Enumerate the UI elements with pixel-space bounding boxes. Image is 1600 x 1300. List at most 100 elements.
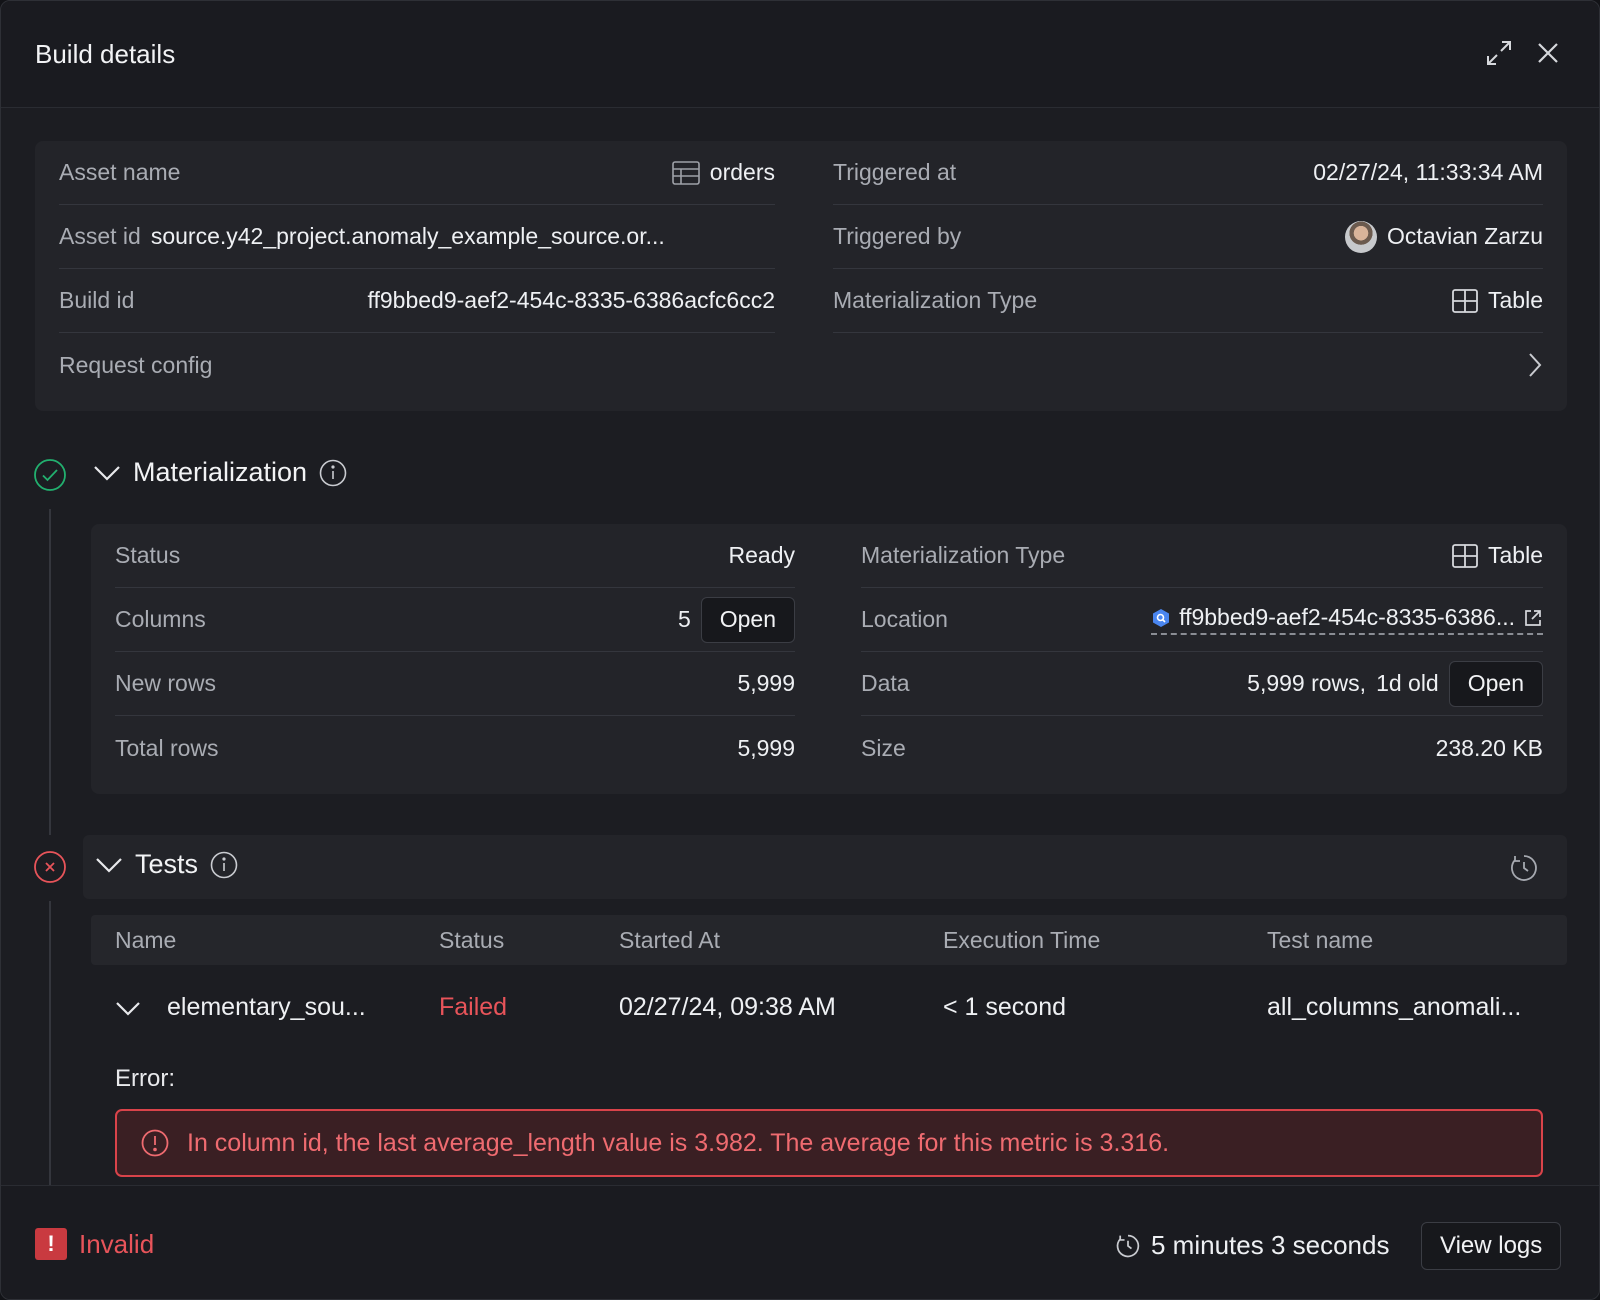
build-details-panel: Build details Asset name orders Asset id bbox=[0, 0, 1600, 1300]
data-open-button[interactable]: Open bbox=[1448, 660, 1543, 707]
location-value: ff9bbed9-aef2-454c-8335-6386... bbox=[1179, 604, 1515, 630]
test-row-started-at: 02/27/24, 09:38 AM bbox=[619, 993, 836, 1021]
timeline-line bbox=[49, 901, 51, 1185]
location-link[interactable]: ff9bbed9-aef2-454c-8335-6386... bbox=[1151, 604, 1543, 635]
size-label: Size bbox=[861, 734, 906, 761]
col-status: Status bbox=[439, 927, 505, 953]
test-row-status: Failed bbox=[439, 993, 508, 1021]
history-icon[interactable] bbox=[1509, 853, 1539, 883]
info-mat-type-label: Materialization Type bbox=[833, 287, 1038, 313]
chevron-down-icon bbox=[94, 465, 120, 481]
build-duration: 5 minutes 3 seconds bbox=[1115, 1230, 1389, 1261]
columns-count: 5 bbox=[677, 606, 691, 632]
status-value: Ready bbox=[728, 542, 795, 568]
asset-name-row: Asset name orders bbox=[59, 141, 775, 205]
total-rows-row: Total rows 5,999 bbox=[115, 716, 795, 780]
size-value: 238.20 KB bbox=[1435, 734, 1543, 761]
error-label: Error: bbox=[115, 1065, 175, 1092]
test-row-execution-time: < 1 second bbox=[943, 993, 1067, 1021]
timeline-line bbox=[49, 509, 51, 835]
materialization-card: Status Ready Columns 5 Open New rows 5,9… bbox=[91, 524, 1567, 794]
data-row: Data 5,999 rows, 1d old Open bbox=[861, 652, 1543, 716]
new-rows-row: New rows 5,999 bbox=[115, 652, 795, 716]
data-value-group: 5,999 rows, 1d old Open bbox=[1247, 660, 1543, 707]
asset-name-label: Asset name bbox=[59, 159, 181, 185]
triggered-by-value: Octavian Zarzu bbox=[1387, 223, 1543, 249]
col-execution-time: Execution Time bbox=[943, 927, 1101, 953]
table-icon bbox=[1452, 543, 1478, 568]
error-message-box: In column id, the last average_length va… bbox=[115, 1109, 1543, 1177]
table-icon bbox=[1452, 288, 1478, 313]
alert-circle-icon bbox=[141, 1129, 169, 1157]
test-row-name: elementary_sou... bbox=[167, 993, 366, 1021]
status-row: Status Ready bbox=[115, 524, 795, 588]
new-rows-label: New rows bbox=[115, 670, 216, 696]
materialization-section-toggle[interactable]: Materialization bbox=[93, 457, 347, 488]
info-icon[interactable] bbox=[210, 851, 238, 879]
build-duration-value: 5 minutes 3 seconds bbox=[1151, 1230, 1390, 1260]
triggered-at-label: Triggered at bbox=[833, 159, 957, 185]
location-label: Location bbox=[861, 606, 948, 632]
info-mat-type-value: Table bbox=[1488, 287, 1543, 313]
error-message: In column id, the last average_length va… bbox=[187, 1128, 1170, 1157]
alert-square-icon: ! bbox=[35, 1228, 67, 1260]
build-id-row: Build id ff9bbed9-aef2-454c-8335-6386acf… bbox=[59, 269, 775, 333]
location-row: Location ff9bbed9-aef2-454c-8335-6386... bbox=[861, 588, 1543, 652]
triggered-by-value-group: Octavian Zarzu bbox=[1345, 220, 1543, 253]
col-started-at: Started At bbox=[619, 927, 721, 953]
total-rows-value: 5,999 bbox=[737, 734, 795, 761]
size-row: Size 238.20 KB bbox=[861, 716, 1543, 780]
panel-footer: ! Invalid 5 minutes 3 seconds View logs bbox=[1, 1185, 1599, 1299]
tests-table-header: Name Status Started At Execution Time Te… bbox=[91, 915, 1567, 965]
mat-type-value-group: Table bbox=[1452, 542, 1543, 569]
info-mat-type-row: Materialization Type Table bbox=[833, 269, 1543, 333]
asset-name-value: orders bbox=[709, 159, 775, 185]
external-link-icon bbox=[1525, 609, 1541, 626]
request-config-label: Request config bbox=[59, 351, 213, 378]
avatar bbox=[1345, 220, 1378, 253]
info-icon[interactable] bbox=[319, 459, 347, 487]
expand-icon[interactable] bbox=[1483, 37, 1515, 69]
table-row[interactable]: elementary_sou... Failed 02/27/24, 09:38… bbox=[91, 983, 1567, 1033]
col-name: Name bbox=[115, 927, 177, 953]
build-status: ! Invalid bbox=[35, 1228, 154, 1260]
triggered-by-label: Triggered by bbox=[833, 223, 962, 249]
build-id-value: ff9bbed9-aef2-454c-8335-6386acfc6cc2 bbox=[367, 287, 776, 313]
columns-label: Columns bbox=[115, 606, 206, 632]
data-label: Data bbox=[861, 670, 910, 696]
asset-id-row: Asset id source.y42_project.anomaly_exam… bbox=[59, 205, 775, 269]
request-config-row[interactable]: Request config bbox=[59, 333, 1543, 397]
build-id-label: Build id bbox=[59, 287, 135, 313]
total-rows-label: Total rows bbox=[115, 734, 219, 761]
new-rows-value: 5,999 bbox=[737, 670, 795, 696]
build-status-label: Invalid bbox=[79, 1228, 155, 1259]
test-row-test-name: all_columns_anomali... bbox=[1267, 993, 1522, 1021]
mat-type-row: Materialization Type Table bbox=[861, 524, 1543, 588]
status-label: Status bbox=[115, 542, 181, 568]
tests-title: Tests bbox=[135, 849, 199, 879]
mat-type-value: Table bbox=[1488, 542, 1543, 568]
close-icon[interactable] bbox=[1532, 37, 1564, 69]
columns-value-group: 5 Open bbox=[677, 596, 795, 643]
triggered-at-value: 02/27/24, 11:33:34 AM bbox=[1313, 159, 1543, 185]
triggered-by-row: Triggered by Octavian Zarzu bbox=[833, 205, 1543, 269]
x-circle-icon bbox=[34, 851, 66, 883]
panel-title: Build details bbox=[35, 39, 176, 69]
col-test-name: Test name bbox=[1267, 927, 1374, 953]
columns-open-button[interactable]: Open bbox=[700, 596, 795, 643]
tests-section-toggle[interactable]: Tests bbox=[95, 849, 238, 880]
columns-row: Columns 5 Open bbox=[115, 588, 795, 652]
build-info-card: Asset name orders Asset id source.y42_pr… bbox=[35, 141, 1567, 411]
triggered-at-row: Triggered at 02/27/24, 11:33:34 AM bbox=[833, 141, 1543, 205]
asset-id-value: source.y42_project.anomaly_example_sourc… bbox=[150, 223, 665, 249]
materialization-title: Materialization bbox=[133, 457, 308, 487]
chevron-down-icon[interactable] bbox=[115, 1001, 141, 1017]
asset-name-value-group: orders bbox=[671, 159, 775, 186]
view-logs-button[interactable]: View logs bbox=[1421, 1222, 1562, 1270]
bigquery-icon bbox=[1153, 608, 1170, 627]
mat-type-label: Materialization Type bbox=[861, 542, 1066, 568]
info-mat-type-value-group: Table bbox=[1452, 287, 1543, 314]
panel-header: Build details bbox=[1, 1, 1599, 108]
chevron-down-icon bbox=[96, 857, 122, 873]
asset-id-label: Asset id bbox=[59, 223, 141, 249]
